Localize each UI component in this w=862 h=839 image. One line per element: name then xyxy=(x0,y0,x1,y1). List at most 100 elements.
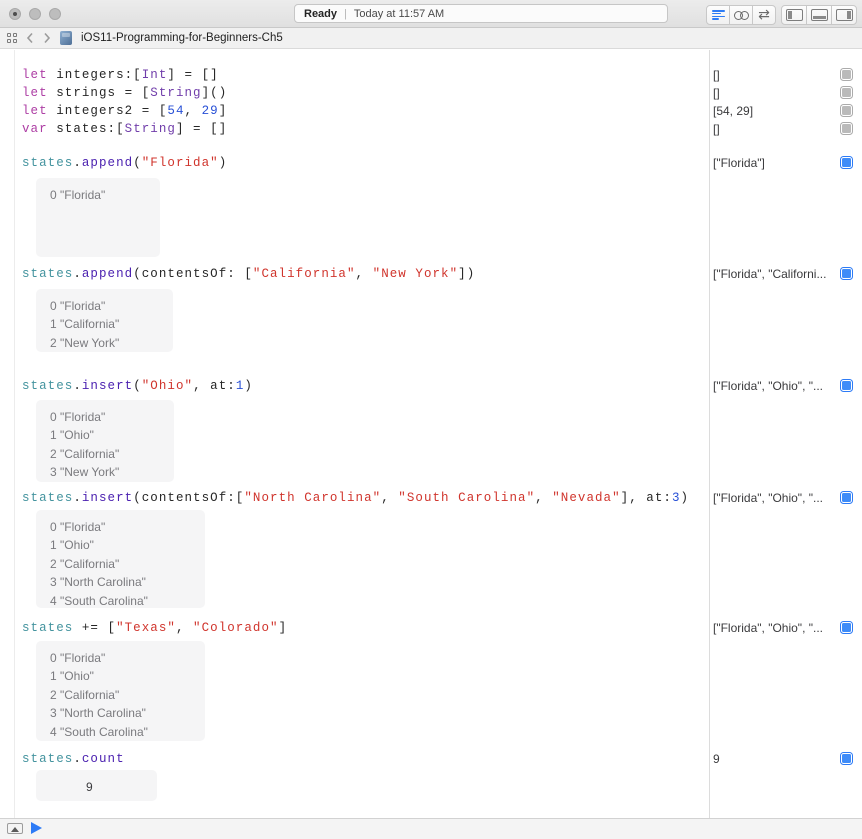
code-token: insert xyxy=(82,379,133,393)
inline-result-item: 0 "Florida" xyxy=(36,649,205,667)
inline-result-item: 1 "Ohio" xyxy=(36,426,174,444)
assistant-editor-button[interactable] xyxy=(729,5,753,25)
document-title[interactable]: iOS11-Programming-for-Beginners-Ch5 xyxy=(81,32,283,44)
close-window-button[interactable] xyxy=(9,8,21,20)
inline-result-item: 1 "Ohio" xyxy=(36,667,205,685)
related-items-icon[interactable] xyxy=(7,33,17,43)
standard-editor-icon xyxy=(712,10,725,20)
result-row: ["Florida", "Ohio", "... xyxy=(713,491,853,505)
version-editor-button[interactable]: ⇄ xyxy=(752,5,776,25)
editor-gutter-divider xyxy=(14,50,15,818)
toggle-navigator-button[interactable] xyxy=(781,5,807,25)
version-editor-icon: ⇄ xyxy=(758,8,770,22)
show-result-icon[interactable] xyxy=(840,68,853,81)
code-token: "Nevada" xyxy=(552,491,620,505)
playground-bottom-bar xyxy=(0,818,862,839)
code-token: insert xyxy=(82,491,133,505)
inline-result-item: 0 "Florida" xyxy=(36,408,174,426)
code-line[interactable]: states.count xyxy=(22,752,125,766)
result-row: ["Florida", "Ohio", "... xyxy=(713,379,853,393)
editor-mode-buttons: ⇄ xyxy=(706,5,776,25)
result-value: 9 xyxy=(713,752,853,766)
show-result-icon[interactable] xyxy=(840,156,853,169)
code-line[interactable]: states.append("Florida") xyxy=(22,156,227,170)
result-value: [54, 29] xyxy=(713,104,853,118)
code-token: count xyxy=(82,752,125,766)
result-row: [] xyxy=(713,122,853,136)
inline-result-item: 1 "Ohio" xyxy=(36,536,205,554)
code-line[interactable]: states.insert(contentsOf:["North Carolin… xyxy=(22,491,689,505)
code-token: . xyxy=(73,156,82,170)
inline-result-box[interactable]: 0 "Florida"1 "California"2 "New York" xyxy=(36,289,173,352)
show-result-icon[interactable] xyxy=(840,86,853,99)
code-line[interactable]: states.insert("Ohio", at:1) xyxy=(22,379,253,393)
code-token: 3 xyxy=(672,491,681,505)
result-row: [54, 29] xyxy=(713,104,853,118)
execute-playground-button[interactable] xyxy=(31,822,42,834)
result-value: ["Florida", "Ohio", "... xyxy=(713,491,853,505)
inline-result-item: 9 xyxy=(36,778,157,796)
code-line[interactable]: states += ["Texas", "Colorado"] xyxy=(22,621,287,635)
navigator-panel-icon xyxy=(786,9,803,21)
code-token: ) xyxy=(244,379,253,393)
result-value: ["Florida", "Ohio", "... xyxy=(713,621,853,635)
inline-result-box[interactable]: 9 xyxy=(36,770,157,801)
zoom-window-button[interactable] xyxy=(49,8,61,20)
standard-editor-button[interactable] xyxy=(706,5,730,25)
results-sidebar-divider[interactable] xyxy=(709,50,710,818)
back-button[interactable] xyxy=(26,32,34,44)
code-line[interactable]: var states:[String] = [] xyxy=(22,122,227,136)
code-token: states xyxy=(22,752,73,766)
code-token: "South Carolina" xyxy=(398,491,535,505)
toggle-debug-area-button[interactable] xyxy=(806,5,832,25)
code-token: (contentsOf:[ xyxy=(133,491,244,505)
toggle-inspectors-button[interactable] xyxy=(831,5,857,25)
code-token: ( xyxy=(133,156,142,170)
result-value: [] xyxy=(713,122,853,136)
assistant-editor-icon xyxy=(734,11,749,20)
code-line[interactable]: let integers2 = [54, 29] xyxy=(22,104,227,118)
code-token: , xyxy=(176,621,193,635)
code-token: . xyxy=(73,379,82,393)
inline-result-box[interactable]: 0 "Florida"1 "Ohio"2 "California"3 "New … xyxy=(36,400,174,482)
result-row: 9 xyxy=(713,752,853,766)
inline-result-box[interactable]: 0 "Florida"1 "Ohio"2 "California"3 "Nort… xyxy=(36,510,205,608)
inline-result-item: 2 "California" xyxy=(36,445,174,463)
show-result-icon[interactable] xyxy=(840,267,853,280)
inspector-panel-icon xyxy=(836,9,853,21)
status-separator: | xyxy=(344,8,347,20)
code-token: String xyxy=(125,122,176,136)
code-token: ], at: xyxy=(621,491,672,505)
show-result-icon[interactable] xyxy=(840,104,853,117)
code-token: integers2 = [ xyxy=(56,104,167,118)
code-token: states xyxy=(22,156,73,170)
code-token: "New York" xyxy=(373,267,459,281)
code-token: states xyxy=(22,491,73,505)
result-value: ["Florida", "Californi... xyxy=(713,267,853,281)
forward-button[interactable] xyxy=(43,32,51,44)
show-result-icon[interactable] xyxy=(840,379,853,392)
code-line[interactable]: let integers:[Int] = [] xyxy=(22,68,219,82)
code-token: states xyxy=(22,621,73,635)
inline-result-box[interactable]: 0 "Florida" xyxy=(36,178,160,257)
toggle-debug-area-icon[interactable] xyxy=(7,823,23,834)
minimize-window-button[interactable] xyxy=(29,8,41,20)
code-token: let xyxy=(22,68,56,82)
show-result-icon[interactable] xyxy=(840,491,853,504)
result-value: [] xyxy=(713,86,853,100)
show-result-icon[interactable] xyxy=(840,122,853,135)
show-result-icon[interactable] xyxy=(840,752,853,765)
code-line[interactable]: states.append(contentsOf: ["California",… xyxy=(22,267,475,281)
result-row: [] xyxy=(713,68,853,82)
code-token: states:[ xyxy=(56,122,124,136)
code-token: ]) xyxy=(458,267,475,281)
code-token: (contentsOf: [ xyxy=(133,267,253,281)
inline-result-box[interactable]: 0 "Florida"1 "Ohio"2 "California"3 "Nort… xyxy=(36,641,205,741)
code-line[interactable]: let strings = [String]() xyxy=(22,86,227,100)
code-token: += [ xyxy=(73,621,116,635)
code-token: "North Carolina" xyxy=(244,491,381,505)
inline-result-item: 2 "California" xyxy=(36,555,205,573)
code-token: String xyxy=(150,86,201,100)
show-result-icon[interactable] xyxy=(840,621,853,634)
inline-result-item: 1 "California" xyxy=(36,315,173,333)
